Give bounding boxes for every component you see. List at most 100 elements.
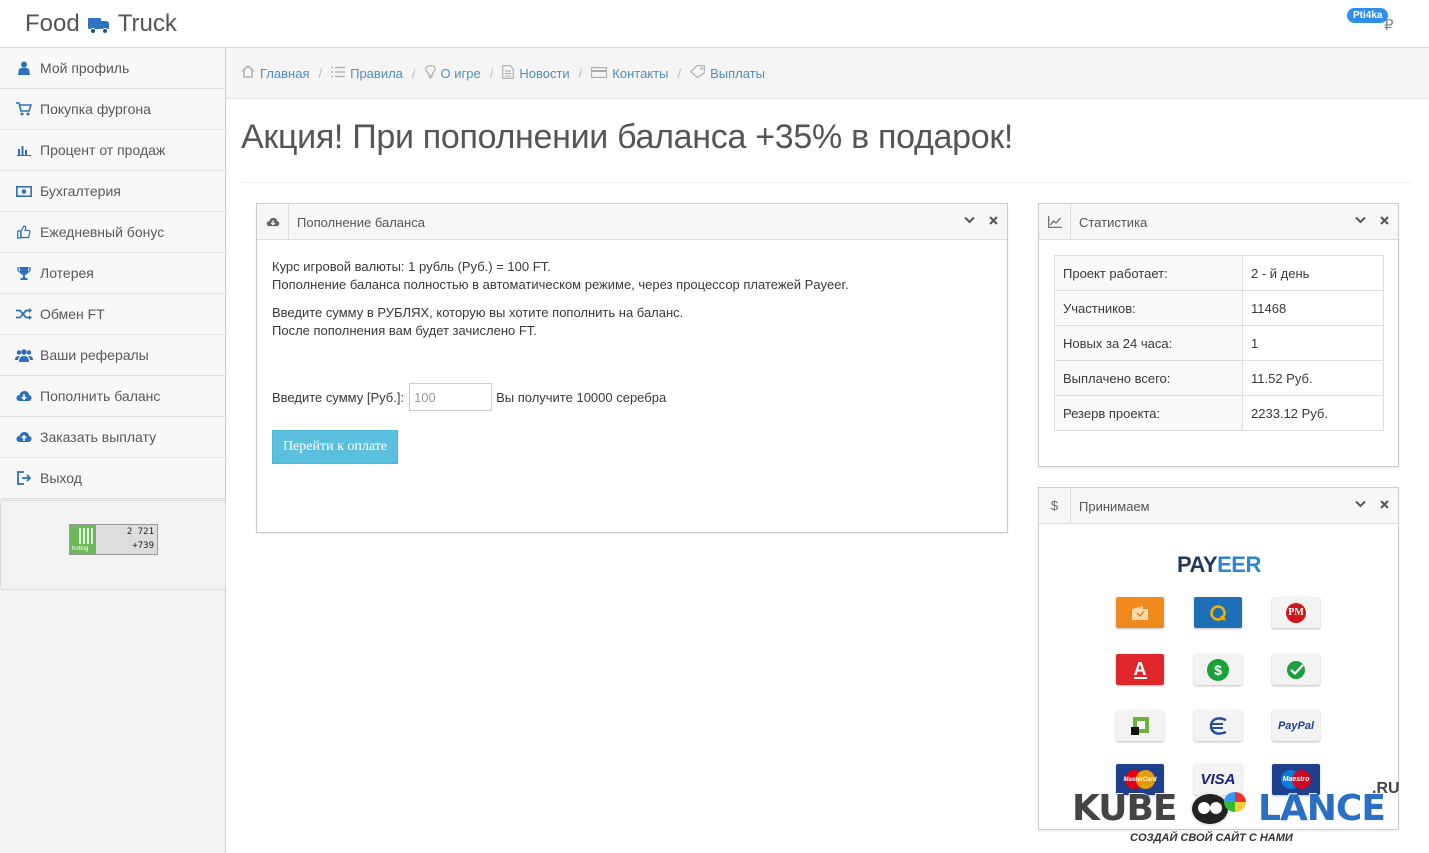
payments-widget-header: $ Принимаем (1039, 488, 1398, 524)
brand-logo[interactable]: Food Truck (25, 10, 177, 38)
table-row: Проект работает: 2 - й день (1054, 255, 1384, 291)
sidebar-item-label: Бухгалтерия (40, 183, 121, 199)
logout-icon (15, 470, 33, 486)
result-text: Вы получите 10000 серебра (496, 389, 667, 405)
title-divider (241, 182, 1413, 183)
hotlog-brand: hotlog (72, 546, 89, 552)
exchange-rate-text: Курс игровой валюты: 1 рубль (Руб.) = 10… (272, 259, 551, 274)
table-row: Новых за 24 часа: 1 (1054, 325, 1384, 361)
stats-widget: Статистика Проект работает: 2 - й день Уч… (1038, 203, 1399, 467)
pay-button[interactable]: Перейти к оплате (272, 430, 398, 464)
breadcrumb-rules[interactable]: Правила (331, 66, 403, 81)
breadcrumb-separator: / (578, 65, 583, 81)
sidebar-item-top-up[interactable]: Пополнить баланс (0, 376, 225, 417)
sidebar-item-label: Обмен FT (40, 306, 105, 322)
user-badge[interactable]: Pti4ka (1347, 8, 1389, 23)
balance-widget-header: Пополнение баланса (257, 204, 1007, 240)
stats-widget-title: Статистика (1079, 215, 1148, 230)
euroset-icon (1194, 710, 1242, 741)
breadcrumb: Главная / Правила / О игре / Новости / К… (226, 48, 1429, 99)
hotlog-counter[interactable]: hotlog 2 721 +739 (69, 524, 158, 555)
money-transfer-icon: $ (1194, 654, 1242, 685)
stat-value: 11468 (1242, 290, 1384, 326)
table-row: Выплачено всего: 11.52 Руб. (1054, 360, 1384, 396)
sidebar-item-buy-van[interactable]: Покупка фургона (0, 89, 225, 130)
sidebar-item-label: Мой профиль (40, 60, 130, 76)
watermark-tagline: СОЗДАЙ СВОЙ САЙТ С НАМИ (1130, 832, 1293, 844)
page-title: Акция! При пополнении баланса +35% в под… (241, 118, 1014, 156)
sidebar: Мой профиль Покупка фургона Процент от п… (0, 48, 226, 853)
watermark-kube: KUBE (1072, 788, 1178, 829)
breadcrumb-about[interactable]: О игре (424, 64, 481, 82)
sidebar-item-exchange-ft[interactable]: Обмен FT (0, 294, 225, 335)
paypal-icon: PayPal (1272, 710, 1320, 741)
sidebar-item-referrals[interactable]: Ваши рефералы (0, 335, 225, 376)
sidebar-item-label: Лотерея (40, 265, 94, 281)
amount-label: Введите сумму [Руб.]: (272, 389, 405, 405)
processor-text: Пополнение баланса полностью в автоматич… (272, 277, 849, 292)
balance-widget-title: Пополнение баланса (297, 215, 425, 230)
sidebar-item-daily-bonus[interactable]: Ежедневный бонус (0, 212, 225, 253)
stat-label: Выплачено всего: (1054, 360, 1243, 396)
sidebar-item-logout[interactable]: Выход (0, 458, 225, 499)
sidebar-item-withdraw[interactable]: Заказать выплату (0, 417, 225, 458)
cloud-download-icon (15, 388, 33, 404)
stat-value: 2233.12 Руб. (1242, 395, 1384, 431)
stat-value: 11.52 Руб. (1242, 360, 1384, 396)
breadcrumb-separator: / (318, 65, 323, 81)
table-row: Резерв проекта: 2233.12 Руб. (1054, 395, 1384, 431)
perfect-money-icon: PM (1272, 597, 1320, 628)
sidebar-item-label: Ежедневный бонус (40, 224, 165, 240)
breadcrumb-news[interactable]: Новости (502, 64, 570, 82)
stat-label: Новых за 24 часа: (1054, 325, 1243, 361)
sidebar-item-profile[interactable]: Мой профиль (0, 48, 225, 89)
stat-label: Резерв проекта: (1054, 395, 1243, 431)
instruction-text: Введите сумму в РУБЛЯХ, которую вы хотит… (272, 305, 684, 320)
payeer-logo: PAYEER (1177, 552, 1261, 577)
breadcrumb-payouts[interactable]: Выплаты (689, 65, 765, 81)
kubelance-watermark: KUBE LANCE .RU СОЗДАЙ СВОЙ САЙТ С НАМИ (1072, 778, 1407, 848)
counter-today: +739 (132, 541, 154, 551)
cloud-upload-icon (15, 429, 33, 445)
shuffle-icon (15, 306, 33, 322)
breadcrumb-separator: / (677, 65, 682, 81)
trophy-icon (15, 265, 33, 281)
card-icon (591, 66, 608, 81)
top-navbar: Food Truck Pti4ka ₽ (0, 0, 1429, 48)
breadcrumb-contacts[interactable]: Контакты (591, 66, 668, 81)
close-icon[interactable] (1380, 212, 1389, 228)
breadcrumb-separator: / (489, 65, 494, 81)
alfa-bank-icon: А (1116, 654, 1164, 685)
ruble-icon: ₽ (1384, 17, 1394, 34)
qiwi-icon (1194, 597, 1242, 628)
close-icon[interactable] (1380, 496, 1389, 512)
amount-input[interactable] (409, 383, 493, 411)
sberbank-icon (1272, 654, 1320, 685)
sidebar-item-label: Заказать выплату (40, 429, 157, 445)
counter-total: 2 721 (126, 527, 154, 537)
cart-icon (15, 101, 33, 117)
sidebar-item-label: Пополнить баланс (40, 388, 161, 404)
breadcrumb-home[interactable]: Главная (241, 65, 309, 81)
sidebar-item-label: Выход (40, 470, 82, 486)
sidebar-item-accounting[interactable]: Бухгалтерия (0, 171, 225, 212)
close-icon[interactable] (989, 212, 998, 228)
users-icon (15, 347, 33, 363)
sidebar-item-lottery[interactable]: Лотерея (0, 253, 225, 294)
counter-panel: hotlog 2 721 +739 (0, 500, 226, 590)
payments-widget-title: Принимаем (1079, 499, 1150, 514)
chevron-down-icon[interactable] (1355, 213, 1366, 227)
list-icon (331, 66, 346, 81)
chevron-down-icon[interactable] (964, 213, 975, 227)
palette-icon (1224, 792, 1246, 812)
stat-label: Участников: (1054, 290, 1243, 326)
stat-value: 2 - й день (1242, 255, 1384, 291)
sidebar-item-sales-percent[interactable]: Процент от продаж (0, 130, 225, 171)
chevron-down-icon[interactable] (1355, 497, 1366, 511)
sidebar-item-label: Ваши рефералы (40, 347, 149, 363)
brand-text-truck: Truck (117, 10, 177, 37)
watermark-suffix: .RU (1372, 780, 1400, 797)
yandex-money-icon (1116, 597, 1164, 628)
amount-row: Введите сумму [Руб.]: Вы получите 10000 … (272, 383, 666, 411)
dollar-icon: $ (1039, 488, 1071, 523)
